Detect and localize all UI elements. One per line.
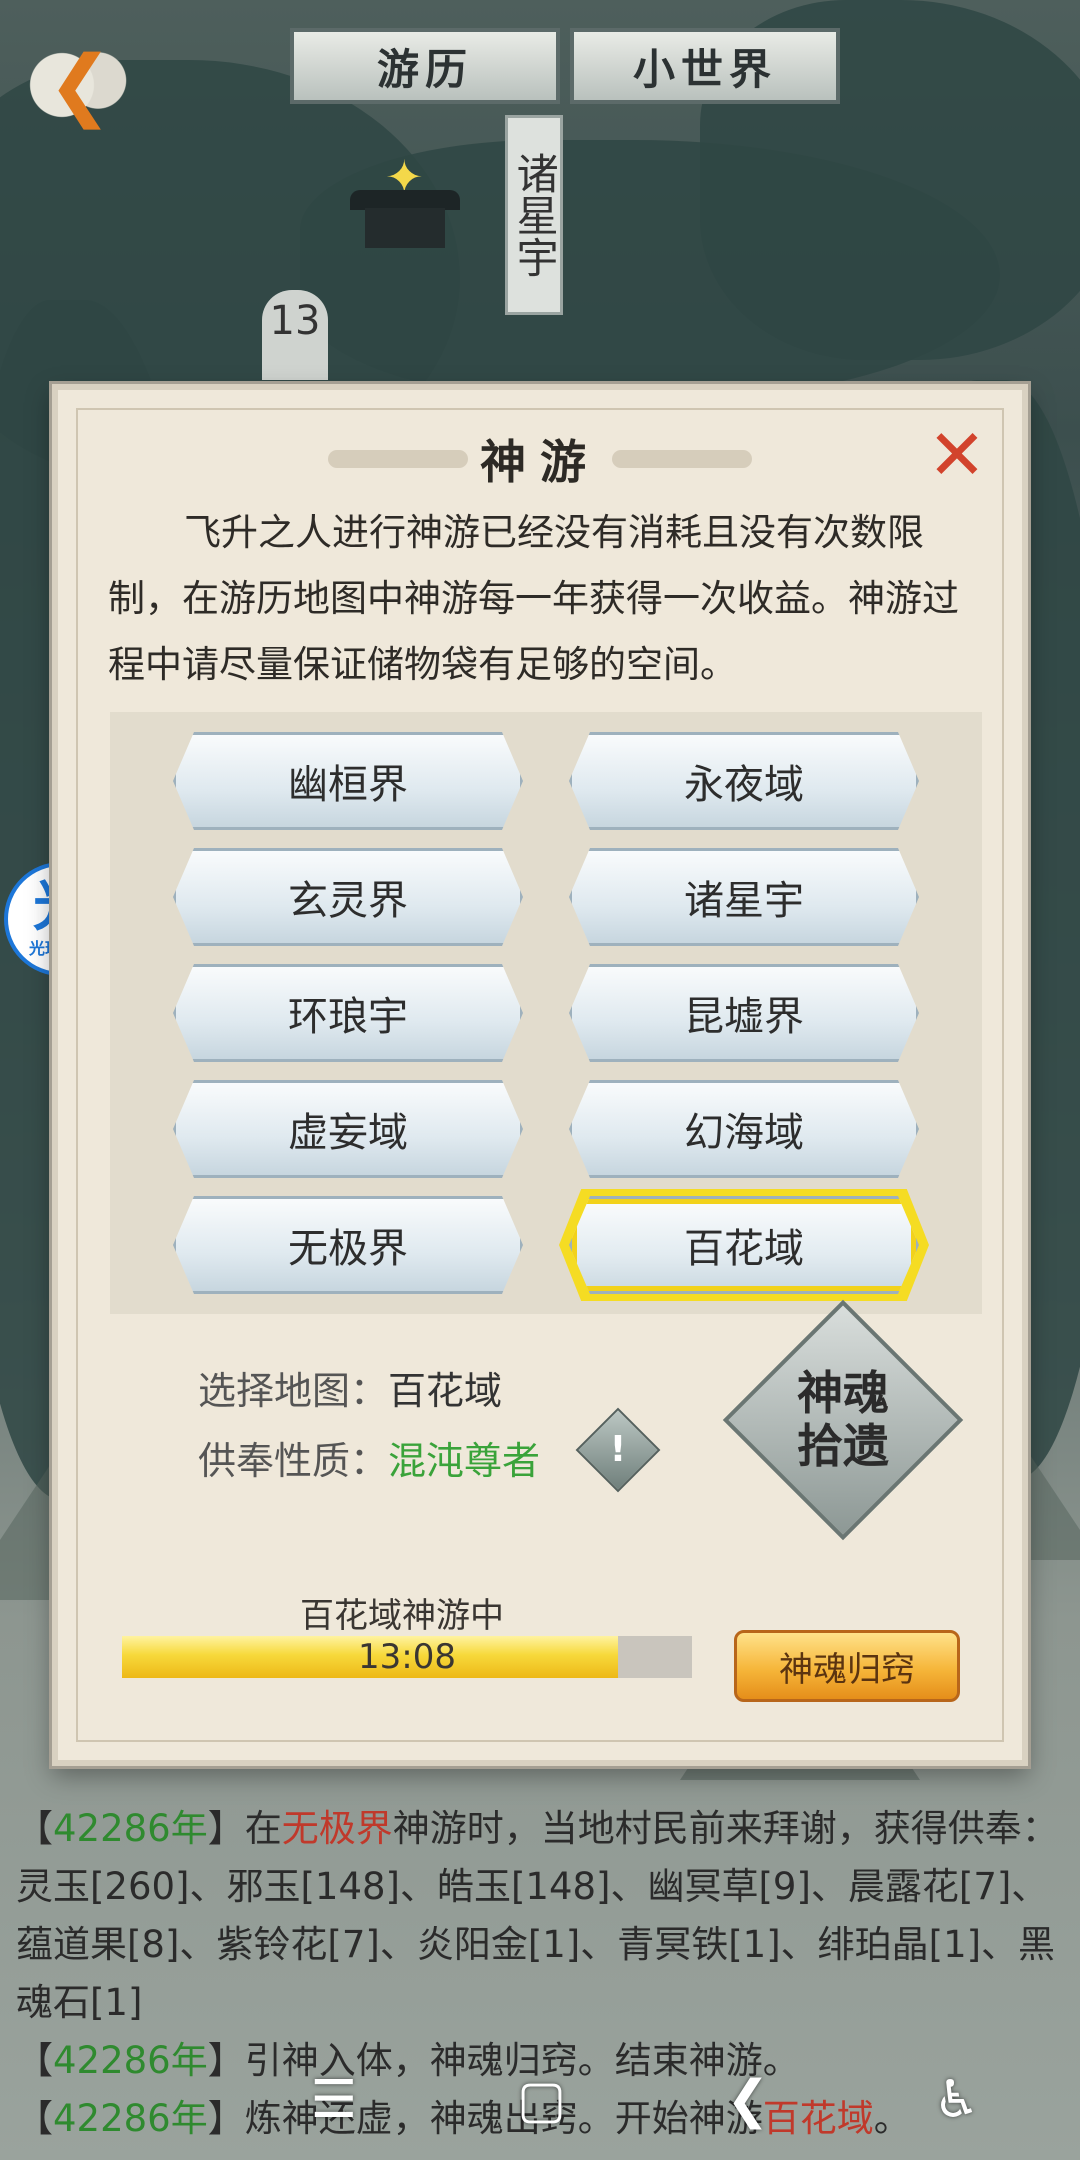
back-icon[interactable]: ❮ <box>726 2070 770 2130</box>
tab-small-world[interactable]: 小世界 <box>570 28 840 104</box>
back-button[interactable]: ❮ <box>20 40 140 130</box>
info-exclamation-icon[interactable]: ! <box>575 1407 661 1493</box>
log-place: 无极界 <box>281 1807 393 1850</box>
map-button[interactable]: 昆墟界 <box>569 964 919 1062</box>
log-year: 42286年 <box>53 1807 208 1850</box>
select-map-label: 选择地图： <box>198 1369 389 1413</box>
progress-label: 百花域神游中 <box>300 1596 504 1636</box>
home-icon[interactable]: ▢ <box>517 2070 566 2130</box>
current-location-label: 诸星宇 <box>505 115 563 315</box>
level-badge: 13 <box>262 290 328 380</box>
progress-bar: 13:08 <box>122 1636 692 1678</box>
map-button[interactable]: 无极界 <box>173 1196 523 1294</box>
chevron-left-icon: ❮ <box>47 40 113 130</box>
offering-value: 混沌尊者 <box>388 1439 541 1483</box>
selected-map-row: 选择地图：百花域 <box>198 1360 502 1415</box>
select-map-value: 百花域 <box>388 1369 503 1413</box>
offering-label: 供奉性质： <box>198 1439 389 1483</box>
close-button[interactable]: ✕ <box>922 420 992 490</box>
tab-travel[interactable]: 游历 <box>290 28 560 104</box>
map-button-selected[interactable]: 百花域 <box>569 1196 919 1294</box>
map-button[interactable]: 幻海域 <box>569 1080 919 1178</box>
selected-map-highlight: 百花域 <box>569 1196 919 1294</box>
offering-type-row: 供奉性质：混沌尊者 <box>198 1430 540 1485</box>
system-navigation-bar: ☰ ▢ ❮ ♿ <box>0 2040 1080 2160</box>
log-entry: 【42286年】在无极界神游时，当地村民前来拜谢，获得供奉：灵玉[260]、邪玉… <box>16 1807 1059 2024</box>
soul-return-button[interactable]: 神魂归窍 <box>734 1630 960 1702</box>
progress-time: 13:08 <box>358 1637 456 1677</box>
dialog-title: 神游 <box>480 435 600 489</box>
map-button[interactable]: 永夜域 <box>569 732 919 830</box>
spirit-travel-dialog: 神游 ✕ 飞升之人进行神游已经没有消耗且没有次数限制，在游历地图中神游每一年获得… <box>52 384 1028 1766</box>
menu-icon[interactable]: ☰ <box>310 2070 357 2130</box>
soul-pickup-button[interactable]: 神魂 拾遗 <box>722 1299 964 1541</box>
top-tab-bar: 游历 小世界 <box>290 28 840 104</box>
accessibility-icon[interactable]: ♿ <box>933 2070 980 2130</box>
map-button[interactable]: 诸星宇 <box>569 848 919 946</box>
soul-badge-line1: 神魂 <box>797 1366 889 1421</box>
palace-map-marker[interactable]: ✦ <box>340 150 470 250</box>
close-icon: ✕ <box>927 414 987 496</box>
map-button[interactable]: 玄灵界 <box>173 848 523 946</box>
map-button[interactable]: 环琅宇 <box>173 964 523 1062</box>
soul-badge-line2: 拾遗 <box>797 1419 889 1473</box>
map-selection-grid: 幽桓界 永夜域 玄灵界 诸星宇 环琅宇 昆墟界 虚妄域 幻海域 无极界 百花域 <box>110 712 982 1314</box>
map-button[interactable]: 幽桓界 <box>173 732 523 830</box>
dialog-description: 飞升之人进行神游已经没有消耗且没有次数限制，在游历地图中神游每一年获得一次收益。… <box>108 511 959 686</box>
map-button[interactable]: 虚妄域 <box>173 1080 523 1178</box>
